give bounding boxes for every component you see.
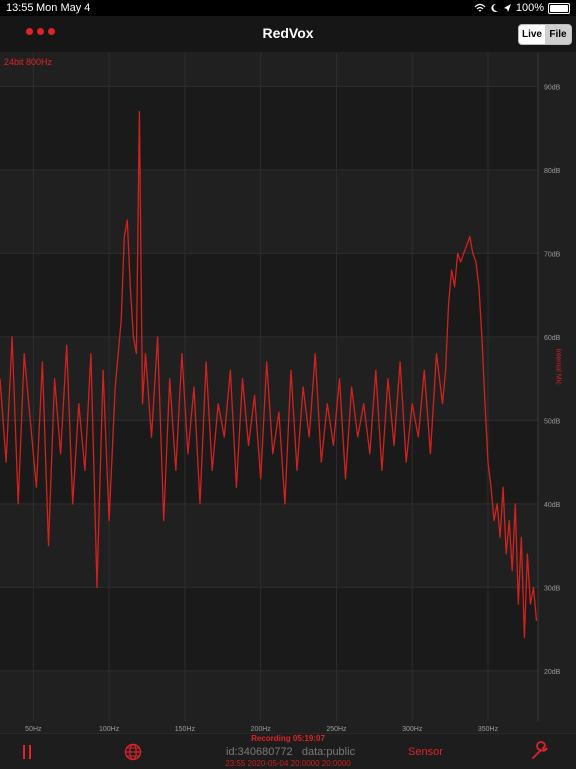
x-tick-label: 200Hz [251, 726, 272, 733]
data-mode: data:public [301, 746, 356, 758]
x-tick-label: 300Hz [402, 726, 423, 733]
x-tick-label: 350Hz [478, 726, 499, 733]
y-tick-label: 90dB [544, 84, 561, 91]
moon-icon [491, 3, 498, 12]
mic-label: Internal Mic [554, 348, 562, 385]
grid-band [0, 86, 538, 170]
app-title: RedVox [262, 25, 314, 41]
pause-button[interactable] [21, 745, 33, 759]
mode-segmented-control[interactable]: Live File [518, 24, 572, 45]
y-tick-label: 70dB [544, 251, 561, 258]
x-tick-label: 150Hz [175, 726, 196, 733]
battery-icon [548, 2, 570, 14]
y-tick-label: 60dB [544, 335, 561, 342]
y-tick-label: 30dB [544, 585, 561, 592]
location-icon [503, 4, 511, 12]
grid-band [0, 253, 538, 337]
status-right: 100% [474, 2, 570, 14]
timestamp: 23:55 2020-05-04 20:0000 20:0000 [225, 759, 351, 768]
wrench-icon[interactable] [530, 741, 550, 761]
spectrum-plot: 50Hz 100Hz 150Hz 200Hz 250Hz 300Hz 350Hz 20dB 30… [0, 53, 576, 733]
x-tick-label: 100Hz [99, 726, 120, 733]
nav-bar: RedVox Live File [0, 16, 576, 53]
segment-file[interactable]: File [545, 25, 571, 44]
grid-band [0, 587, 538, 671]
bottom-toolbar: Recording 05:19:07 id:340680772 data:pub… [0, 733, 576, 769]
recording-status: Recording 05:19:07 [251, 734, 325, 743]
bitrate-label: 24bit 800Hz [4, 57, 53, 67]
y-tick-label: 50dB [544, 418, 561, 425]
sensor-button[interactable]: Sensor [408, 746, 443, 758]
station-id-line: id:340680772 data:public [226, 746, 355, 758]
wifi-icon [474, 3, 486, 12]
y-tick-label: 20dB [544, 669, 561, 676]
status-time: 13:55 [6, 2, 34, 14]
spectrum-series-line [0, 110, 538, 639]
y-tick-label: 40dB [544, 502, 561, 509]
grid-band [0, 420, 538, 504]
station-id: id:340680772 [226, 746, 293, 758]
x-tick-label: 50Hz [25, 726, 42, 733]
y-tick-label: 80dB [544, 168, 561, 175]
x-tick-label: 250Hz [326, 726, 347, 733]
status-bar: 13:55 Mon May 4 100% [0, 0, 576, 16]
status-date: Mon May 4 [36, 2, 91, 14]
battery-percent: 100% [515, 2, 544, 14]
spectrum-chart: 50Hz 100Hz 150Hz 200Hz 250Hz 300Hz 350Hz 20dB 30… [0, 53, 561, 733]
segment-live[interactable]: Live [519, 25, 545, 44]
